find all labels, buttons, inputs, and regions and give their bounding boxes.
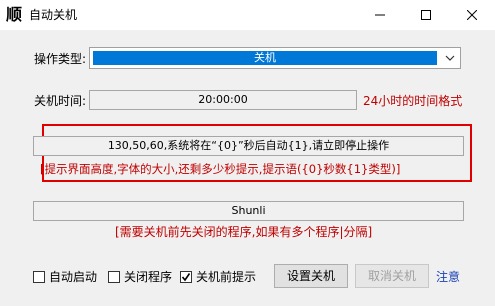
set-shutdown-button[interactable]: 设置关机 [274, 264, 348, 288]
chevron-down-icon[interactable] [440, 48, 460, 68]
minimize-button[interactable] [357, 0, 403, 30]
close-icon [467, 10, 477, 20]
shutdown-time-hint: 24小时的时间格式 [363, 94, 463, 108]
close-program-label: 关闭程序 [124, 270, 173, 284]
pre-notice-label: 关机前提示 [196, 270, 257, 284]
app-icon: 顺 [6, 5, 23, 24]
shutdown-time-input[interactable]: 20:00:00 [89, 90, 357, 110]
minimize-icon [375, 14, 385, 16]
title-bar: 顺 自动关机 [0, 0, 495, 30]
programs-hint: [需要关机前先关闭的程序,如果有多个程序|分隔] [115, 225, 373, 239]
maximize-button[interactable] [403, 0, 449, 30]
note-link[interactable]: 注意 [436, 268, 460, 285]
checkmark-icon [181, 272, 191, 281]
operation-type-value: 关机 [93, 51, 437, 65]
autostart-label: 自动启动 [49, 270, 98, 284]
maximize-icon [421, 10, 431, 20]
prompt-settings-hint: [提示界面高度,字体的大小,还剩多少秒提示,提示语({0}秒数{1}类型)] [40, 162, 401, 176]
close-program-checkbox[interactable]: 关闭程序 [108, 268, 172, 285]
prompt-settings-input[interactable]: 130,50,60,系统将在“{0}”秒后自动{1},请立即停止操作 [33, 136, 464, 156]
auto-shutdown-window: 顺 自动关机 操作类型: 关机 关机时间: 20:00:00 24小时的时间格式… [0, 0, 495, 306]
checkbox-box [108, 270, 120, 283]
operation-type-label: 操作类型: [34, 52, 87, 66]
cancel-shutdown-button[interactable]: 取消关机 [355, 264, 429, 288]
pre-notice-checkbox[interactable]: 关机前提示 [180, 268, 256, 285]
checkbox-box [33, 270, 45, 283]
checkbox-box [180, 270, 192, 283]
close-button[interactable] [449, 0, 495, 30]
autostart-checkbox[interactable]: 自动启动 [33, 268, 97, 285]
programs-input[interactable]: Shunli [33, 201, 464, 221]
operation-type-select[interactable]: 关机 [89, 47, 461, 69]
window-title: 自动关机 [29, 8, 78, 22]
shutdown-time-label: 关机时间: [34, 94, 87, 108]
